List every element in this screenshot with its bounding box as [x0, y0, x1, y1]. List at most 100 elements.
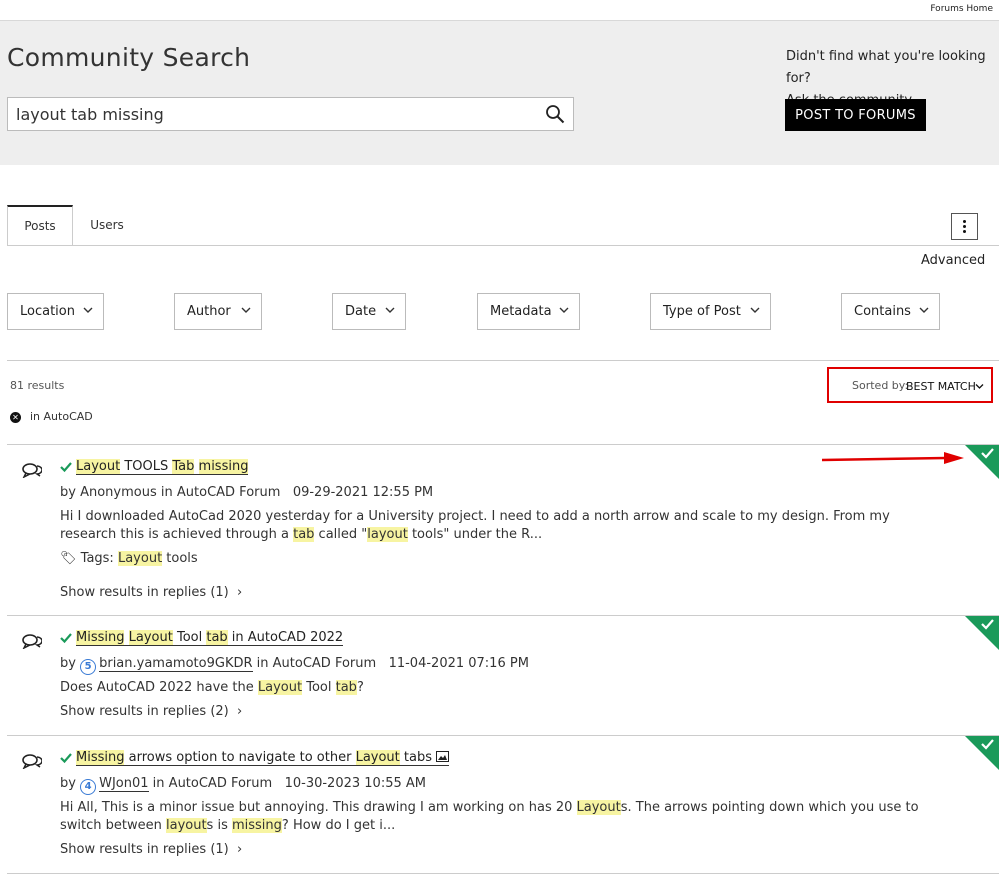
accepted-solution-badge-icon — [965, 616, 999, 650]
filter-label: Author — [187, 304, 231, 319]
tab-users[interactable]: Users — [79, 205, 135, 245]
result-snippet: Hi I downloaded AutoCad 2020 yesterday f… — [60, 508, 940, 544]
snippet-part: ? How do I get i... — [281, 818, 396, 833]
conversation-icon — [22, 634, 42, 649]
result-title-link[interactable]: Layout TOOLS Tab missing — [76, 459, 249, 475]
title-part: tabs — [399, 750, 433, 765]
author-link[interactable]: brian.yamamoto9GKDR — [99, 656, 253, 672]
more-options-button[interactable] — [951, 213, 978, 240]
page-title: Community Search — [7, 43, 251, 72]
search-icon[interactable] — [545, 104, 565, 124]
by-label: by — [60, 485, 76, 500]
filter-author[interactable]: Author — [174, 293, 262, 330]
chevron-right-icon: › — [237, 585, 243, 600]
chevron-down-icon[interactable] — [975, 383, 984, 390]
title-part — [124, 630, 128, 645]
snippet-part: ? — [356, 680, 364, 695]
post-to-forums-button[interactable]: POST TO FORUMS — [785, 99, 926, 131]
title-part: arrows option to navigate to other — [124, 750, 356, 765]
title-part: Tool — [172, 630, 207, 645]
result-title-link[interactable]: Missing arrows option to navigate to oth… — [76, 750, 450, 766]
snippet-part: tab — [335, 680, 357, 695]
chevron-down-icon — [919, 307, 929, 313]
divider — [7, 360, 999, 361]
filter-date[interactable]: Date — [332, 293, 406, 330]
top-bar: Forums Home — [0, 0, 999, 21]
chevron-down-icon — [83, 307, 93, 313]
chevron-right-icon: › — [237, 842, 243, 857]
snippet-part: Hi All, This is a minor issue but annoyi… — [60, 800, 577, 815]
snippet-part: Layout — [257, 680, 303, 695]
solved-check-icon — [60, 462, 72, 473]
filter-label: Contains — [854, 304, 911, 319]
result-item: Layout TOOLS Tab missing by Anonymous in… — [7, 445, 999, 615]
remove-filter-icon[interactable]: ✕ — [10, 412, 21, 423]
filter-label: Date — [345, 304, 377, 319]
search-box[interactable] — [7, 97, 574, 131]
post-date: 09-29-2021 12:55 PM — [292, 485, 434, 500]
sorted-by-label: Sorted by: — [852, 379, 909, 392]
author-link[interactable]: WJon01 — [99, 776, 149, 792]
search-input[interactable] — [16, 104, 536, 124]
image-attachment-icon — [436, 751, 450, 762]
tab-posts[interactable]: Posts — [7, 205, 73, 245]
show-replies-link[interactable]: Show results in replies (1) › — [60, 842, 242, 857]
in-label: in — [152, 776, 165, 791]
board-link[interactable]: AutoCAD Forum — [169, 776, 273, 791]
advanced-link[interactable]: Advanced — [921, 253, 985, 268]
result-title-link[interactable]: Missing Layout Tool tab in AutoCAD 2022 — [76, 630, 344, 646]
snippet-part: tools" under the R... — [407, 527, 543, 542]
ask-line-1: Didn't find what you're looking for? — [786, 49, 986, 86]
snippet-part: layout — [165, 818, 207, 833]
tags-label: Tags: — [80, 551, 114, 566]
result-tabs: Posts Users — [7, 205, 999, 246]
filter-location[interactable]: Location — [7, 293, 104, 330]
board-link[interactable]: AutoCAD Forum — [177, 485, 281, 500]
in-label: in — [256, 656, 269, 671]
snippet-part: layout — [367, 527, 408, 542]
sort-dropdown[interactable]: BEST MATCH — [906, 380, 976, 393]
chevron-down-icon — [385, 307, 395, 313]
filter-metadata[interactable]: Metadata — [477, 293, 580, 330]
accepted-solution-badge-icon — [965, 736, 999, 770]
snippet-part: Does AutoCAD 2022 have the — [60, 680, 258, 695]
accepted-solution-badge-icon — [965, 445, 999, 479]
filter-contains[interactable]: Contains — [841, 293, 940, 330]
author-name: Anonymous — [80, 485, 157, 500]
result-snippet: Hi All, This is a minor issue but annoyi… — [60, 799, 940, 835]
conversation-icon — [22, 463, 42, 478]
title-part: Missing — [76, 630, 125, 645]
result-item: Missing arrows option to navigate to oth… — [7, 736, 999, 875]
show-replies-link[interactable]: Show results in replies (2) › — [60, 704, 242, 719]
tag-link[interactable]: tools — [162, 551, 197, 566]
show-replies-label: Show results in replies (1) — [60, 842, 229, 857]
show-replies-label: Show results in replies (2) — [60, 704, 229, 719]
divider — [7, 873, 999, 874]
chevron-down-icon — [750, 307, 760, 313]
snippet-part: tab — [293, 527, 315, 542]
forums-home-link[interactable]: Forums Home — [930, 4, 993, 14]
results-count: 81 results — [10, 379, 65, 392]
board-link[interactable]: AutoCAD Forum — [273, 656, 377, 671]
byline: by 4 WJon01 in AutoCAD Forum 10-30-2023 1… — [60, 776, 426, 795]
solved-check-icon — [60, 753, 72, 764]
snippet-part: called " — [314, 527, 368, 542]
title-part: Tab — [172, 459, 195, 474]
in-label: in — [160, 485, 173, 500]
conversation-icon — [22, 754, 42, 769]
result-item: Missing Layout Tool tab in AutoCAD 2022 … — [7, 616, 999, 735]
show-replies-label: Show results in replies (1) — [60, 585, 229, 600]
chevron-down-icon — [241, 307, 251, 313]
title-part: in AutoCAD 2022 — [227, 630, 344, 645]
filter-label: Location — [20, 304, 75, 319]
title-part: Layout — [128, 630, 173, 645]
title-part: Missing — [76, 750, 125, 765]
tag-link[interactable]: Layout — [117, 551, 163, 566]
filter-type-of-post[interactable]: Type of Post — [650, 293, 771, 330]
post-date: 11-04-2021 07:16 PM — [388, 656, 529, 671]
tag-icon: 🏷 — [60, 551, 77, 566]
filter-label: Metadata — [490, 304, 552, 319]
byline: by 5 brian.yamamoto9GKDR in AutoCAD Forum… — [60, 656, 529, 675]
by-label: by — [60, 776, 76, 791]
show-replies-link[interactable]: Show results in replies (1) › — [60, 585, 242, 600]
